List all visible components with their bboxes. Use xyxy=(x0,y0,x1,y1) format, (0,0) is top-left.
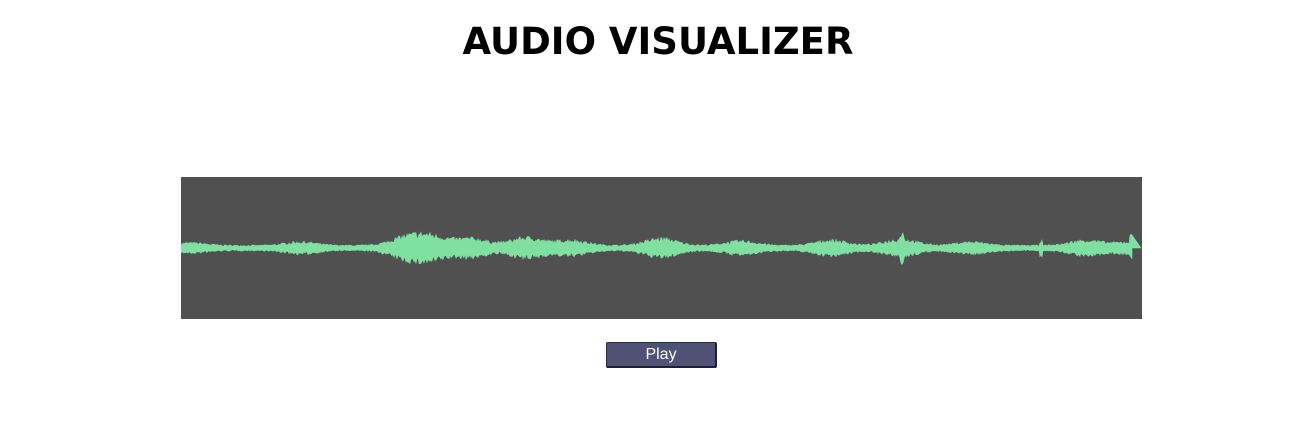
play-button[interactable]: Play xyxy=(606,342,717,368)
waveform-path xyxy=(181,231,1142,265)
waveform-svg xyxy=(181,231,1142,265)
audio-visualizer-page: AUDIO VISUALIZER Play xyxy=(0,0,1316,446)
waveform-display[interactable] xyxy=(181,177,1142,319)
page-title: AUDIO VISUALIZER xyxy=(462,20,854,63)
